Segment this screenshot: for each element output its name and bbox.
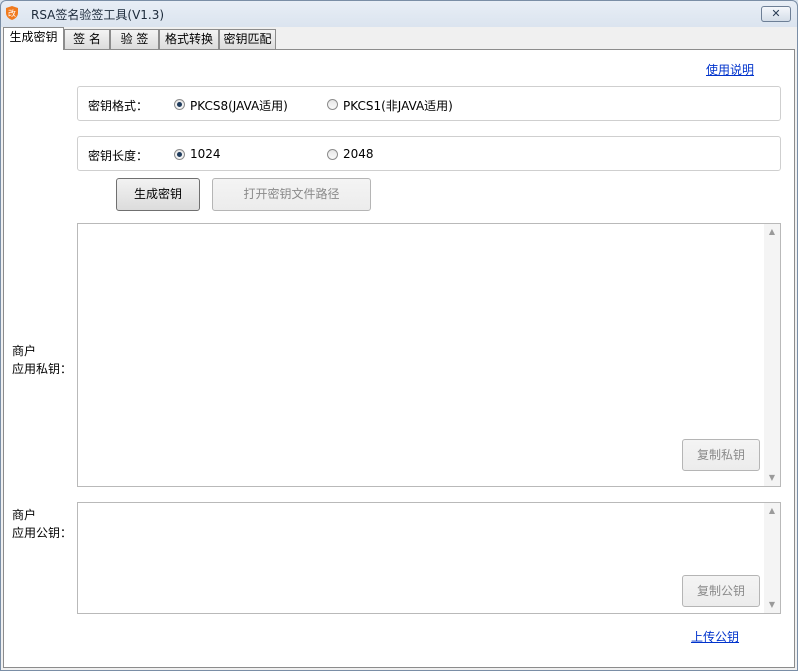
tab-generate-key[interactable]: 生成密钥 — [3, 27, 64, 50]
public-key-scrollbar[interactable]: ▲ ▼ — [764, 503, 780, 613]
private-key-label-line2: 应用私钥： — [12, 362, 73, 376]
scroll-down-arrow-icon[interactable]: ▼ — [764, 470, 780, 486]
scroll-up-arrow-icon[interactable]: ▲ — [764, 503, 780, 519]
key-length-group: 密钥长度： 1024 2048 — [77, 136, 781, 171]
tab-key-match[interactable]: 密钥匹配 — [219, 29, 276, 49]
title-bar[interactable]: 改 RSA签名验签工具(V1.3) ✕ — [1, 1, 797, 27]
key-format-group: 密钥格式： PKCS8(JAVA适用) PKCS1(非JAVA适用) — [77, 86, 781, 121]
help-link[interactable]: 使用说明 — [706, 61, 754, 78]
scroll-up-arrow-icon[interactable]: ▲ — [764, 224, 780, 240]
tab-verify[interactable]: 验 签 — [110, 29, 159, 49]
private-key-label-line1: 商户 — [12, 344, 37, 358]
close-button[interactable]: ✕ — [761, 6, 791, 22]
radio-2048[interactable] — [327, 149, 338, 160]
scroll-down-arrow-icon[interactable]: ▼ — [764, 597, 780, 613]
private-key-scrollbar[interactable]: ▲ ▼ — [764, 224, 780, 486]
copy-public-key-button[interactable]: 复制公钥 — [682, 575, 760, 607]
svg-text:改: 改 — [8, 8, 16, 18]
radio-pkcs8[interactable] — [174, 99, 185, 110]
public-key-textarea[interactable]: ▲ ▼ 复制公钥 — [77, 502, 781, 614]
radio-1024-label[interactable]: 1024 — [190, 147, 221, 161]
tab-strip: 生成密钥 签 名 验 签 格式转换 密钥匹配 — [3, 27, 795, 50]
window-title: RSA签名验签工具(V1.3) — [31, 8, 165, 22]
tab-sign[interactable]: 签 名 — [64, 29, 110, 49]
private-key-textarea[interactable]: ▲ ▼ 复制私钥 — [77, 223, 781, 487]
app-window: 改 RSA签名验签工具(V1.3) ✕ 生成密钥 签 名 验 签 格式转换 密钥… — [0, 0, 798, 671]
public-key-label-line2: 应用公钥： — [12, 526, 73, 540]
radio-1024[interactable] — [174, 149, 185, 160]
open-key-path-button[interactable]: 打开密钥文件路径 — [212, 178, 371, 211]
generate-key-button[interactable]: 生成密钥 — [116, 178, 200, 211]
tab-panel-generate-key: 使用说明 密钥格式： PKCS8(JAVA适用) PKCS1(非JAVA适用) … — [3, 49, 795, 668]
radio-2048-label[interactable]: 2048 — [343, 147, 374, 161]
close-icon: ✕ — [771, 7, 781, 20]
public-key-label-line1: 商户 — [12, 508, 37, 522]
tab-format-convert[interactable]: 格式转换 — [159, 29, 219, 49]
radio-pkcs1[interactable] — [327, 99, 338, 110]
copy-private-key-button[interactable]: 复制私钥 — [682, 439, 760, 471]
key-format-label: 密钥格式： — [88, 99, 149, 113]
key-length-label: 密钥长度： — [88, 149, 149, 163]
radio-pkcs8-label[interactable]: PKCS8(JAVA适用) — [190, 97, 288, 114]
app-logo-icon: 改 — [6, 6, 18, 20]
radio-pkcs1-label[interactable]: PKCS1(非JAVA适用) — [343, 97, 453, 114]
upload-public-key-link[interactable]: 上传公钥 — [691, 628, 739, 645]
